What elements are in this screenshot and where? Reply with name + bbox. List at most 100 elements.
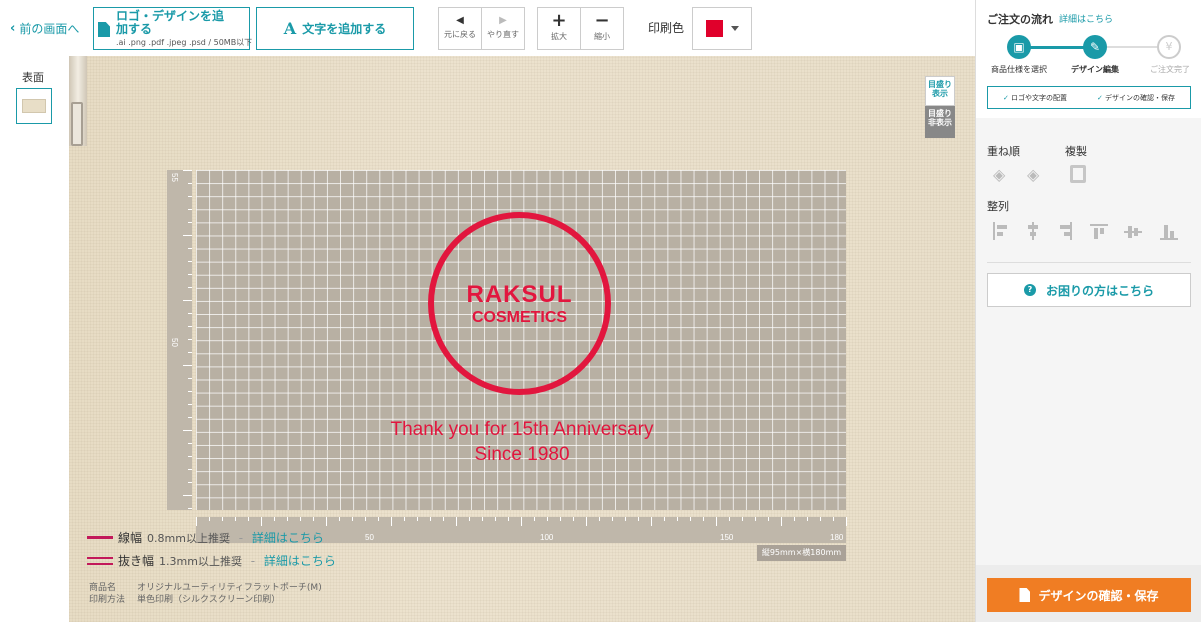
gap-width-icon bbox=[87, 556, 113, 565]
ruler-tick bbox=[188, 378, 192, 379]
minus-icon: − bbox=[594, 10, 610, 31]
redo-icon: ▶ bbox=[499, 15, 507, 26]
design-canvas[interactable]: 目盛り表示 目盛り非表示 55 50 50 100 150 180 縦95mm×… bbox=[69, 56, 975, 622]
ruler-tick bbox=[482, 517, 483, 521]
page-list: 表面 bbox=[0, 56, 69, 622]
flow-detail-link[interactable]: 詳細はこちら bbox=[1059, 12, 1113, 25]
back-label: 前の画面へ bbox=[19, 21, 80, 36]
help-button[interactable]: ? お困りの方はこちら bbox=[987, 273, 1191, 307]
since-text[interactable]: Since 1980 bbox=[329, 444, 715, 466]
ruler-tick bbox=[188, 287, 192, 288]
ruler-tick bbox=[188, 339, 192, 340]
anniversary-text[interactable]: Thank you for 15th Anniversary bbox=[329, 419, 715, 441]
add-text-label: 文字を追加する bbox=[302, 22, 387, 36]
bring-forward-icon[interactable]: ◈ bbox=[993, 165, 1013, 184]
ruler-tick bbox=[378, 517, 379, 521]
ruler-tick bbox=[625, 517, 626, 521]
file-icon bbox=[98, 22, 110, 37]
page-thumbnail[interactable] bbox=[16, 88, 52, 124]
ruler-tick bbox=[651, 517, 652, 526]
ruler-label: 150 bbox=[720, 533, 734, 542]
align-left-icon[interactable] bbox=[993, 222, 1009, 240]
align-label: 整列 bbox=[987, 200, 1009, 213]
align-middle-icon[interactable] bbox=[1124, 224, 1142, 240]
guide-hide-button[interactable]: 目盛り非表示 bbox=[925, 106, 955, 138]
logo-text-raksul[interactable]: RAKSUL bbox=[428, 281, 611, 309]
ruler-left: 55 50 bbox=[167, 170, 192, 510]
caret-down-icon bbox=[731, 26, 739, 31]
ruler-tick bbox=[188, 404, 192, 405]
method-label: 印刷方法 bbox=[89, 595, 126, 605]
ruler-label: 50 bbox=[365, 533, 374, 542]
confirm-save-label: デザインの確認・保存 bbox=[1038, 588, 1159, 603]
ruler-tick bbox=[404, 517, 405, 521]
document-search-icon bbox=[1019, 588, 1031, 602]
line-width-detail-link[interactable]: 詳細はこちら bbox=[252, 529, 324, 546]
ruler-label: 55 bbox=[170, 173, 179, 182]
zoom-in-label: 拡大 bbox=[551, 32, 567, 41]
ruler-tick bbox=[833, 517, 834, 521]
send-backward-icon[interactable]: ◈ bbox=[1027, 165, 1047, 184]
ruler-tick bbox=[188, 326, 192, 327]
undo-button[interactable]: ◀ 元に戻る bbox=[438, 7, 482, 50]
ruler-tick bbox=[183, 365, 192, 366]
ruler-tick bbox=[235, 517, 236, 521]
flow-panel: ご注文の流れ 詳細はこちら ▣ ✎ ¥ 商品仕様を選択 デザイン編集 ご注文完了… bbox=[976, 0, 1201, 118]
line-width-value: 0.8mm以上推奨 bbox=[147, 531, 230, 545]
zoom-out-button[interactable]: − 縮小 bbox=[580, 7, 624, 50]
order-label: 重ね順 bbox=[987, 145, 1020, 158]
confirm-save-button[interactable]: デザインの確認・保存 bbox=[987, 578, 1191, 612]
gap-width-note: 抜き幅 1.3mm以上推奨 - 詳細はこちら bbox=[87, 552, 336, 569]
redo-label: やり直す bbox=[487, 30, 519, 39]
product-label: 商品名 bbox=[89, 583, 117, 593]
ruler-tick bbox=[560, 517, 561, 521]
ruler-tick bbox=[222, 517, 223, 521]
redo-button[interactable]: ▶ やり直す bbox=[481, 7, 525, 50]
ruler-tick bbox=[716, 517, 717, 526]
back-button[interactable]: ‹ 前の画面へ bbox=[10, 19, 79, 37]
ruler-tick bbox=[365, 517, 366, 521]
ruler-tick bbox=[183, 430, 192, 431]
separator: - bbox=[234, 530, 247, 545]
align-center-h-icon[interactable] bbox=[1025, 222, 1041, 240]
gap-width-value: 1.3mm以上推奨 bbox=[159, 554, 242, 568]
ruler-tick bbox=[188, 313, 192, 314]
method-value: 単色印刷（シルクスクリーン印刷） bbox=[137, 595, 281, 605]
guide-show-button[interactable]: 目盛り表示 bbox=[925, 76, 955, 106]
ruler-tick bbox=[248, 517, 249, 521]
ruler-tick bbox=[742, 517, 743, 521]
ruler-tick bbox=[638, 517, 639, 521]
upload-logo-button[interactable]: ロゴ・デザインを追加する .ai .png .pdf .jpeg .psd / … bbox=[93, 7, 253, 50]
zoom-in-button[interactable]: + 拡大 bbox=[537, 7, 581, 50]
product-info: 商品名 オリジナルユーティリティフラットポーチ(M) 印刷方法 単色印刷（シルクスク… bbox=[89, 582, 322, 606]
upload-formats: .ai .png .pdf .jpeg .psd / 50MB以下 bbox=[116, 38, 253, 47]
question-icon: ? bbox=[1023, 284, 1036, 296]
align-right-icon[interactable] bbox=[1056, 222, 1072, 240]
add-text-button[interactable]: A 文字を追加する bbox=[256, 7, 414, 50]
logo-text-cosmetics[interactable]: COSMETICS bbox=[428, 309, 611, 327]
ruler-tick bbox=[703, 517, 704, 521]
ruler-tick bbox=[508, 517, 509, 521]
ruler-tick bbox=[209, 517, 210, 521]
ruler-tick bbox=[352, 517, 353, 521]
ruler-tick bbox=[188, 196, 192, 197]
duplicate-icon[interactable] bbox=[1070, 165, 1086, 183]
ruler-tick bbox=[417, 517, 418, 521]
ruler-tick bbox=[300, 517, 301, 521]
ruler-tick bbox=[547, 517, 548, 521]
undo-label: 元に戻る bbox=[444, 30, 476, 39]
print-color-label: 印刷色 bbox=[648, 21, 685, 35]
ruler-tick bbox=[534, 517, 535, 521]
ruler-label: 180 bbox=[830, 533, 844, 542]
align-top-icon[interactable] bbox=[1090, 224, 1108, 240]
gap-width-detail-link[interactable]: 詳細はこちら bbox=[264, 552, 336, 569]
ruler-tick bbox=[391, 517, 392, 526]
product-value: オリジナルユーティリティフラットポーチ(M) bbox=[137, 583, 322, 593]
print-color-select[interactable] bbox=[692, 7, 752, 50]
ruler-tick bbox=[183, 300, 192, 301]
ruler-tick bbox=[188, 482, 192, 483]
align-bottom-icon[interactable] bbox=[1160, 224, 1178, 240]
text-a-icon: A bbox=[283, 19, 297, 38]
upload-label: ロゴ・デザインを追加する bbox=[116, 9, 225, 36]
flow-title: ご注文の流れ bbox=[987, 13, 1053, 26]
